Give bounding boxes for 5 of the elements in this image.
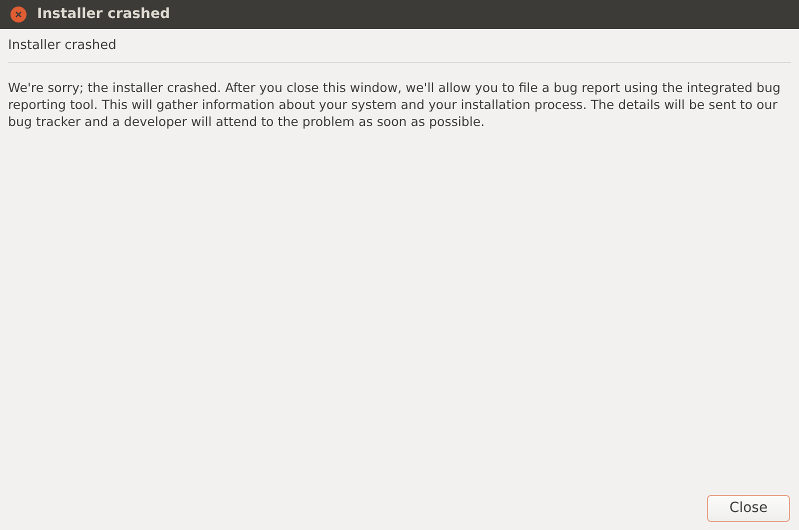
window-title: Installer crashed xyxy=(37,5,170,24)
close-icon[interactable] xyxy=(10,6,27,23)
error-message: We're sorry; the installer crashed. After you close this window, we'll allow you to file a bug report using the integrated bug reporting tool. This will gather information about your system and your installation process. The details will be sent to our bug tracker and a developer will attend to the problem as soon as possible. xyxy=(8,78,782,130)
dialog-heading: Installer crashed xyxy=(8,37,118,55)
close-button[interactable]: Close xyxy=(707,495,790,522)
